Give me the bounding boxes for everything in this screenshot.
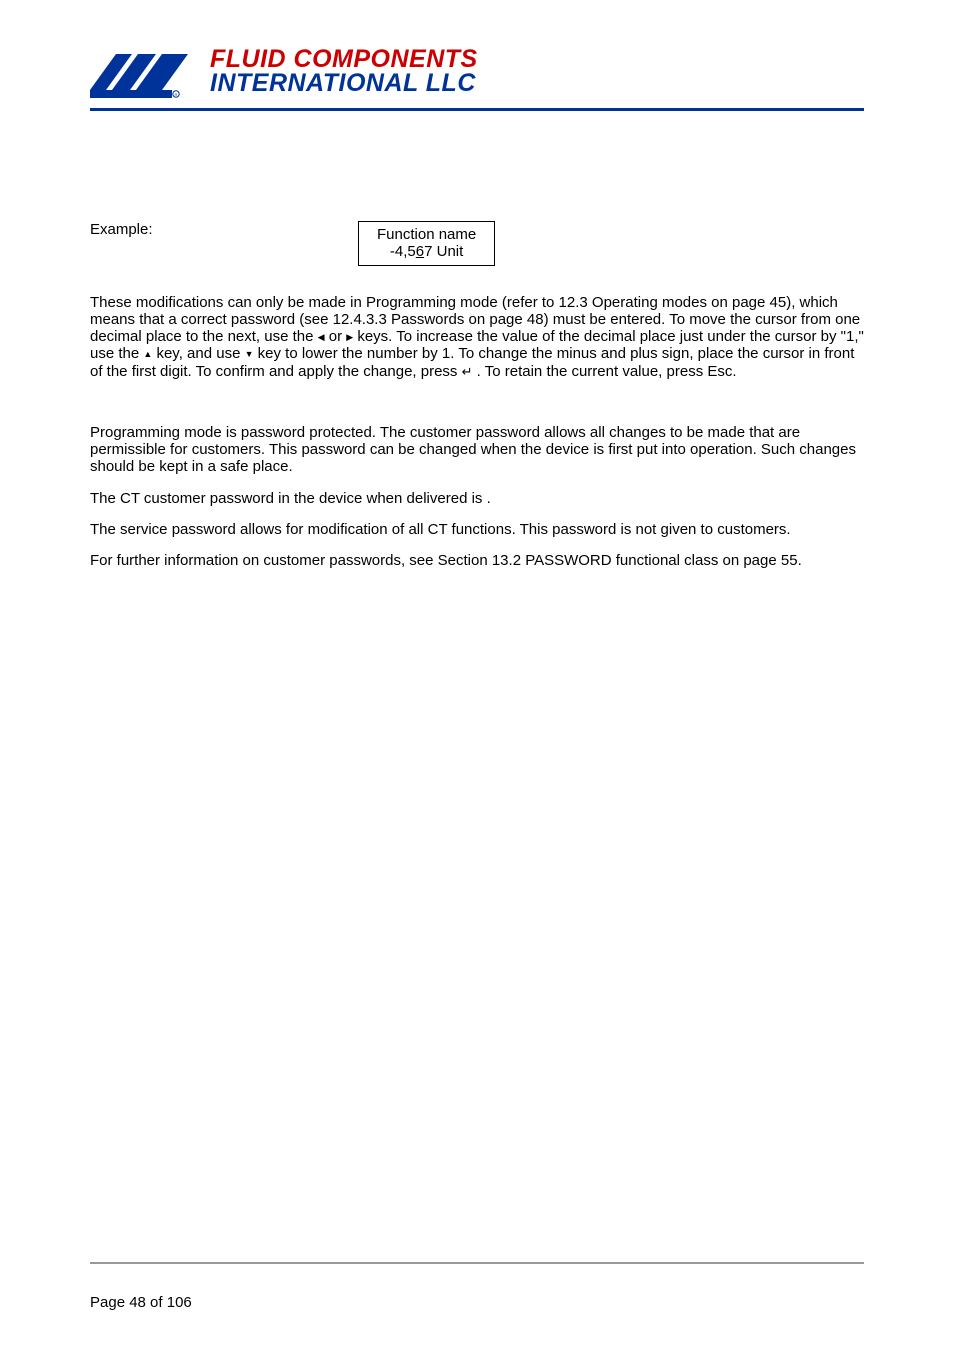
svg-text:R: R xyxy=(175,92,178,97)
logo-line-2: INTERNATIONAL LLC xyxy=(210,72,478,96)
box-suffix: 7 Unit xyxy=(424,243,463,260)
box-prefix: -4,5 xyxy=(390,243,416,260)
paragraph-2: Programming mode is password protected. … xyxy=(90,424,864,476)
paragraph-4: The service password allows for modifica… xyxy=(90,521,864,538)
box-line-2: -4,567 Unit xyxy=(377,243,476,260)
p1f: . To retain the current value, press Esc… xyxy=(473,363,737,380)
paragraph-3: The CT customer password in the device w… xyxy=(90,490,864,507)
logo-text: FLUID COMPONENTS INTERNATIONAL LLC xyxy=(210,48,478,96)
enter-icon: ↵ xyxy=(462,365,473,380)
logo-block: R FLUID COMPONENTS INTERNATIONAL LLC xyxy=(90,46,864,98)
page-number: Page 48 of 106 xyxy=(90,1294,864,1311)
footer-rule xyxy=(90,1262,864,1264)
example-label: Example: xyxy=(90,221,350,238)
example-row: Example: Function name -4,567 Unit xyxy=(90,221,864,266)
box-line-1: Function name xyxy=(377,226,476,243)
content-area: Example: Function name -4,567 Unit These… xyxy=(90,111,864,569)
paragraph-5: For further information on customer pass… xyxy=(90,552,864,569)
p1b: or xyxy=(325,328,347,345)
footer: Page 48 of 106 xyxy=(90,1262,864,1311)
box-cursor-digit: 6 xyxy=(416,243,424,260)
fci-logo-icon: R xyxy=(90,46,200,98)
page: R FLUID COMPONENTS INTERNATIONAL LLC Exa… xyxy=(0,0,954,1351)
p1d: key, and use xyxy=(152,345,244,362)
paragraph-1: These modifications can only be made in … xyxy=(90,294,864,380)
display-box: Function name -4,567 Unit xyxy=(358,221,495,266)
